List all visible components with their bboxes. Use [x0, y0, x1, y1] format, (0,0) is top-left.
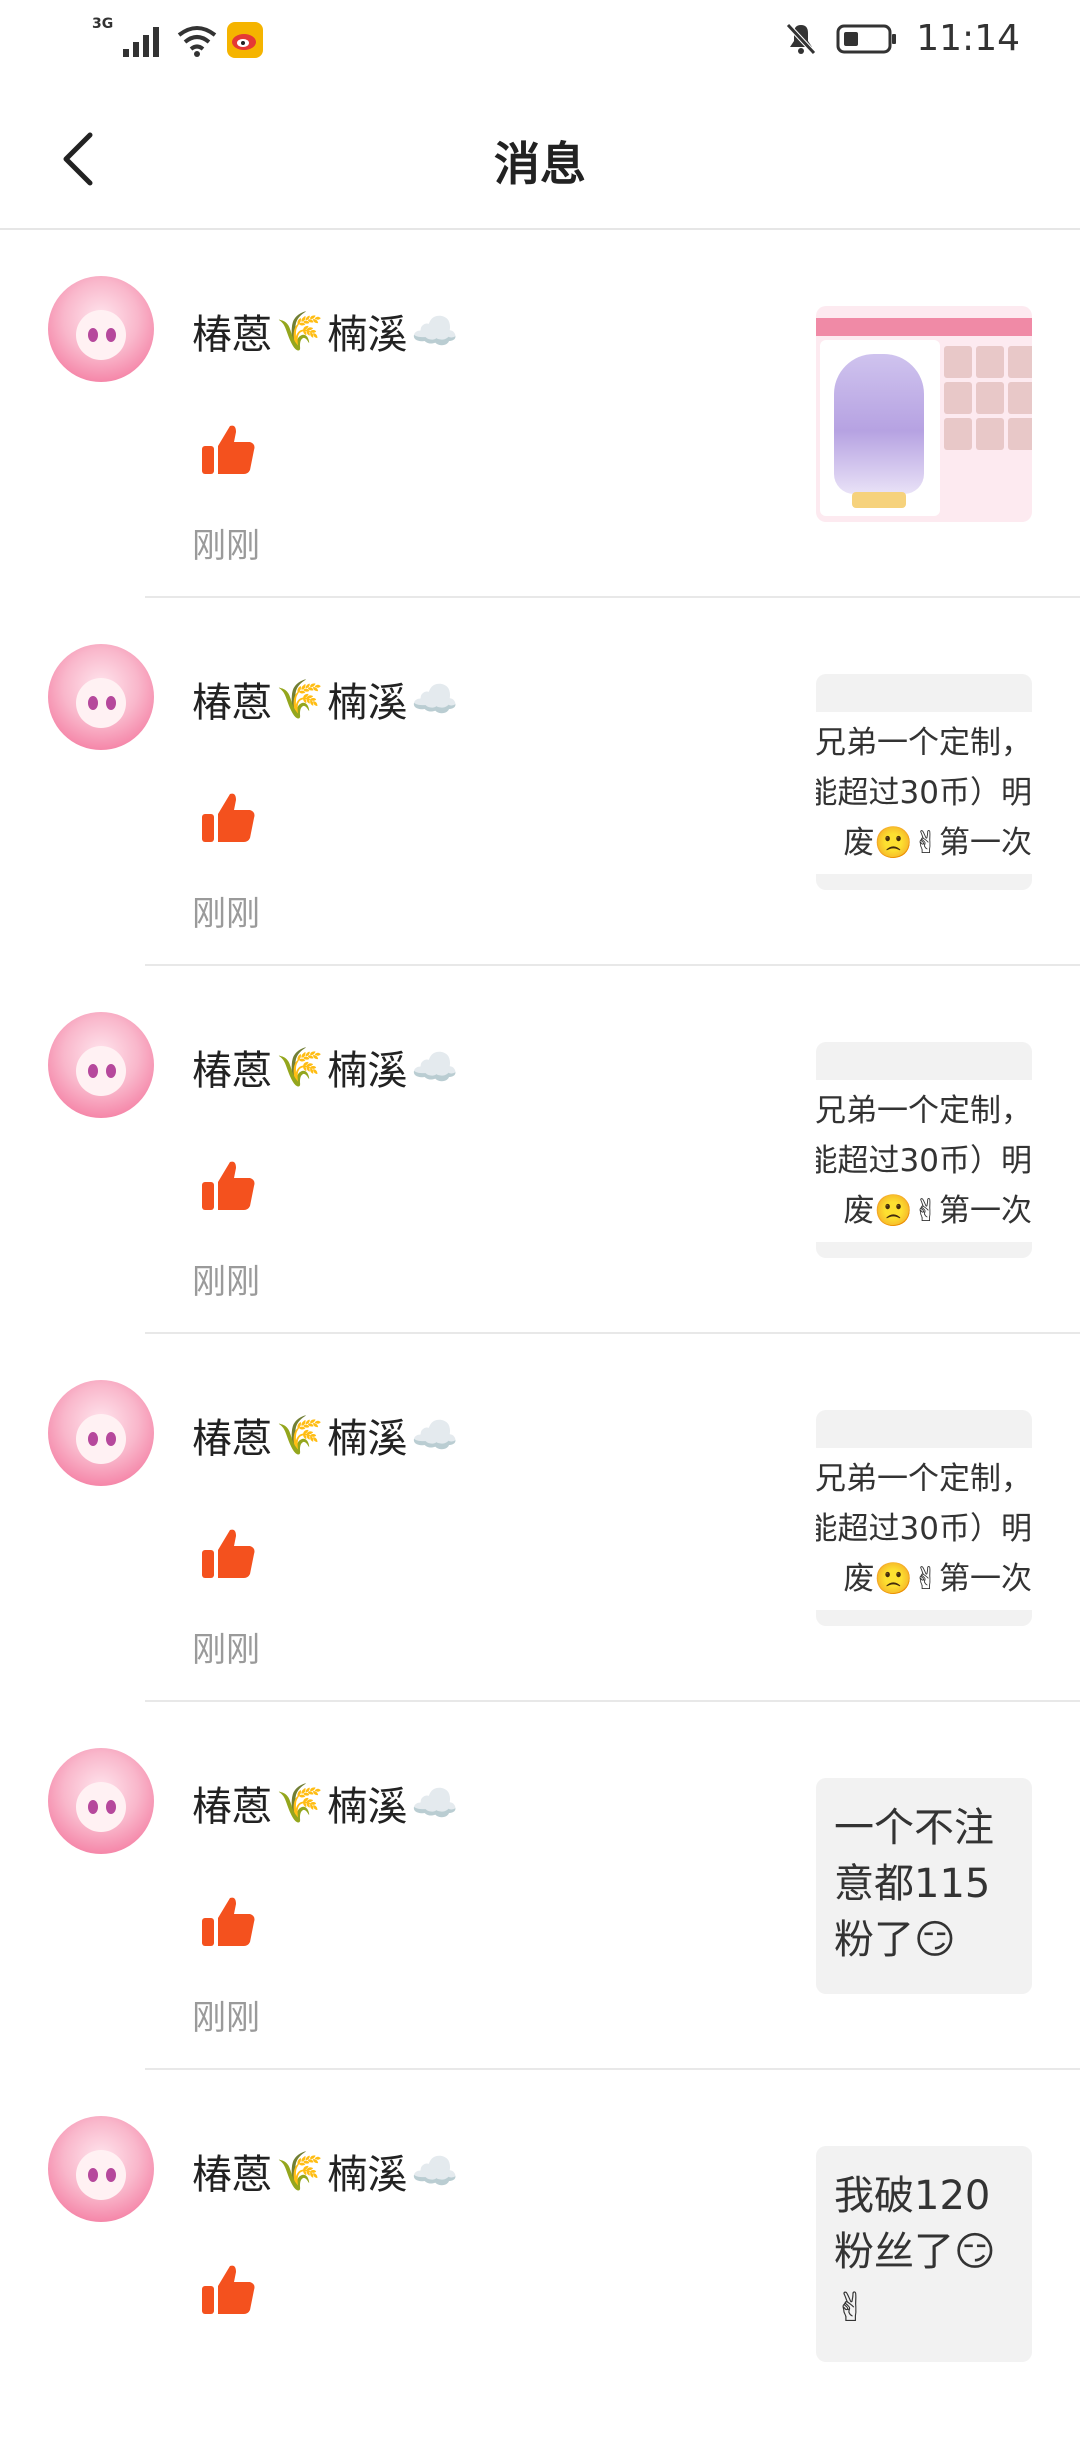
status-bar: 3G 11:14	[0, 0, 1080, 84]
user-name-part: 椿蒽	[192, 312, 272, 358]
preview-line: 能超过30币）明	[816, 1143, 1032, 1179]
user-name[interactable]: 椿蒽 🌾 楠溪 ☁️	[192, 1038, 459, 1096]
post-preview[interactable]: 兄弟一个定制， 能超过30币）明 废🙁✌第一次	[816, 1410, 1032, 1626]
user-name-part: 楠溪	[327, 1784, 408, 1830]
user-name-part: 楠溪	[327, 1048, 408, 1094]
user-name[interactable]: 椿蒽 🌾 楠溪 ☁️	[192, 302, 459, 360]
wheat-emoji: 🌾	[276, 676, 324, 721]
thumbs-up-icon	[202, 425, 255, 474]
post-preview[interactable]: 一个不注意都115粉了😏	[816, 1778, 1032, 1994]
cloud-emoji: ☁️	[411, 1780, 459, 1825]
message-row[interactable]: 椿蒽 🌾 楠溪 ☁️ 刚刚 兄弟一个定制， 能超过30币）明 废🙁✌第一次	[0, 1334, 1080, 1702]
wheat-emoji: 🌾	[276, 1780, 324, 1825]
cloud-emoji: ☁️	[411, 1044, 459, 1089]
signal-icon	[123, 27, 160, 57]
cloud-emoji: ☁️	[411, 2148, 459, 2193]
battery-icon	[836, 24, 897, 53]
thumbs-up-icon	[202, 1161, 255, 1210]
preview-line: 废🙁✌第一次	[843, 825, 1032, 861]
wheat-emoji: 🌾	[276, 1412, 324, 1457]
network-type-label: 3G	[92, 16, 114, 32]
user-avatar[interactable]	[48, 2116, 154, 2222]
preview-line: 能超过30币）明	[816, 1511, 1032, 1547]
user-avatar[interactable]	[48, 276, 154, 382]
cloud-emoji: ☁️	[411, 308, 459, 353]
timestamp: 刚刚	[192, 1998, 260, 2038]
wifi-icon	[178, 26, 217, 57]
weibo-app-icon	[227, 22, 264, 58]
thumbs-up-icon	[202, 1529, 255, 1578]
preview-text: 我破120粉丝了😏✌	[834, 2173, 996, 2331]
preview-line: 兄弟一个定制，	[816, 1461, 1032, 1497]
thumbs-up-icon	[202, 2265, 255, 2314]
preview-line: 能超过30币）明	[816, 775, 1032, 811]
thumbs-up-icon	[202, 793, 255, 842]
user-name-part: 椿蒽	[192, 1784, 272, 1830]
message-row[interactable]: 椿蒽 🌾 楠溪 ☁️ 刚刚	[0, 230, 1080, 598]
post-preview[interactable]: 我破120粉丝了😏✌	[816, 2146, 1032, 2362]
preview-line: 废🙁✌第一次	[843, 1193, 1032, 1229]
mute-bell-icon	[786, 22, 817, 55]
user-name-part: 楠溪	[327, 680, 408, 726]
preview-line: 废🙁✌第一次	[843, 1561, 1032, 1597]
user-name[interactable]: 椿蒽 🌾 楠溪 ☁️	[192, 670, 459, 728]
preview-line: 兄弟一个定制，	[816, 725, 1032, 761]
message-row[interactable]: 椿蒽 🌾 楠溪 ☁️ 刚刚 兄弟一个定制， 能超过30币）明 废🙁✌第一次	[0, 966, 1080, 1334]
wheat-emoji: 🌾	[276, 308, 324, 353]
post-preview[interactable]: 兄弟一个定制， 能超过30币）明 废🙁✌第一次	[816, 674, 1032, 890]
timestamp: 刚刚	[192, 894, 260, 934]
message-row[interactable]: 椿蒽 🌾 楠溪 ☁️ 我破120粉丝了😏✌	[0, 2070, 1080, 2438]
page-title: 消息	[494, 137, 586, 191]
post-thumbnail[interactable]	[816, 306, 1032, 522]
thumbs-up-icon	[202, 1897, 255, 1946]
user-name[interactable]: 椿蒽 🌾 楠溪 ☁️	[192, 1774, 459, 1832]
message-row[interactable]: 椿蒽 🌾 楠溪 ☁️ 刚刚 一个不注意都115粉了😏	[0, 1702, 1080, 2070]
user-avatar[interactable]	[48, 1012, 154, 1118]
user-avatar[interactable]	[48, 644, 154, 750]
cloud-emoji: ☁️	[411, 676, 459, 721]
timestamp: 刚刚	[192, 526, 260, 566]
wheat-emoji: 🌾	[276, 2148, 324, 2193]
user-name-part: 椿蒽	[192, 1048, 272, 1094]
user-name-part: 椿蒽	[192, 2152, 272, 2198]
user-name-part: 楠溪	[327, 1416, 408, 1462]
user-name-part: 楠溪	[327, 2152, 408, 2198]
preview-line: 兄弟一个定制，	[816, 1093, 1032, 1129]
wheat-emoji: 🌾	[276, 1044, 324, 1089]
top-navigation-bar: 消息	[0, 84, 1080, 230]
post-preview[interactable]: 兄弟一个定制， 能超过30币）明 废🙁✌第一次	[816, 1042, 1032, 1258]
user-name[interactable]: 椿蒽 🌾 楠溪 ☁️	[192, 1406, 459, 1464]
user-name-part: 椿蒽	[192, 1416, 272, 1462]
timestamp: 刚刚	[192, 1262, 260, 1302]
message-row[interactable]: 椿蒽 🌾 楠溪 ☁️ 刚刚 兄弟一个定制， 能超过30币）明 废🙁✌第一次	[0, 598, 1080, 966]
user-name[interactable]: 椿蒽 🌾 楠溪 ☁️	[192, 2142, 459, 2200]
timestamp: 刚刚	[192, 1630, 260, 1670]
user-name-part: 椿蒽	[192, 680, 272, 726]
user-avatar[interactable]	[48, 1380, 154, 1486]
message-list: 椿蒽 🌾 楠溪 ☁️ 刚刚 椿蒽 🌾 楠溪 ☁️ 刚刚 兄弟一个定制， 能超过3…	[0, 230, 1080, 2438]
user-avatar[interactable]	[48, 1748, 154, 1854]
user-name-part: 楠溪	[327, 312, 408, 358]
cloud-emoji: ☁️	[411, 1412, 459, 1457]
preview-text: 一个不注意都115粉了😏	[834, 1805, 994, 1963]
status-time: 11:14	[916, 18, 1020, 59]
